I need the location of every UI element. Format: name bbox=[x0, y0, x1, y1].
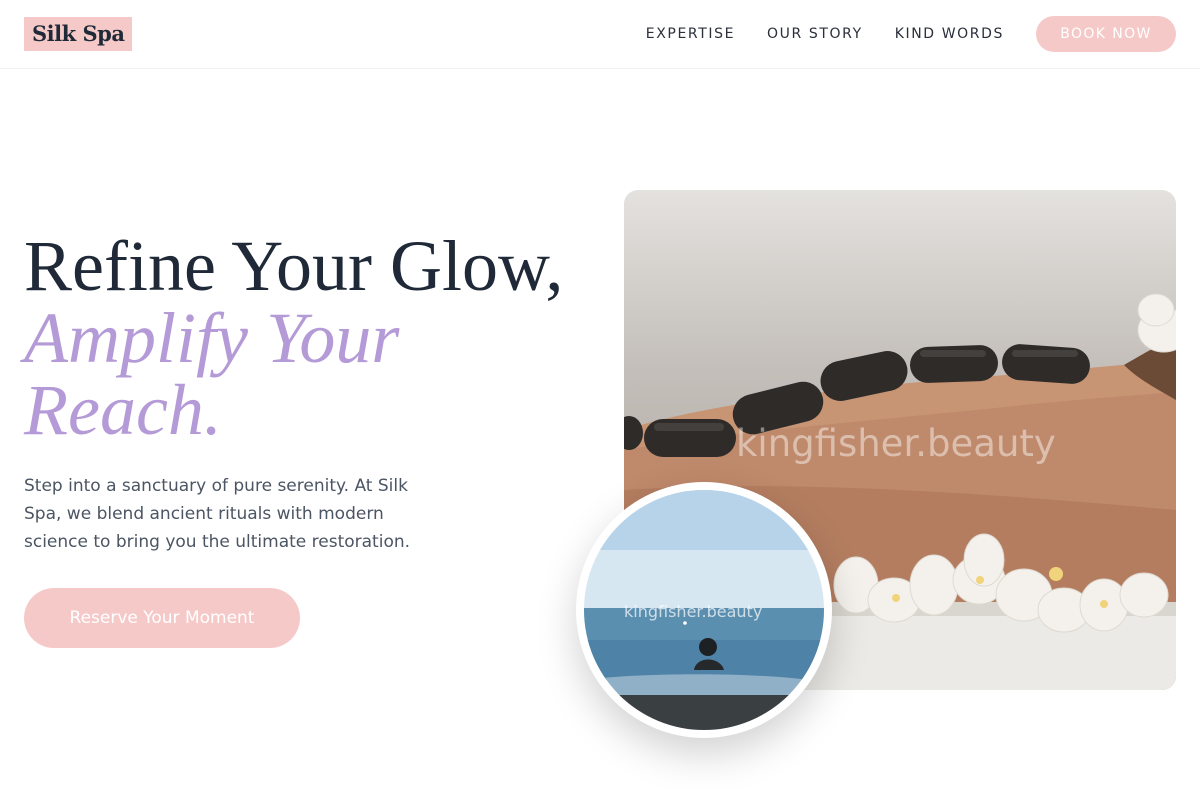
headline-line-1: Refine Your Glow, bbox=[24, 226, 564, 306]
site-header: Silk Spa EXPERTISE OUR STORY KIND WORDS … bbox=[0, 0, 1200, 69]
reserve-moment-button[interactable]: Reserve Your Moment bbox=[24, 588, 300, 648]
brand-logo[interactable]: Silk Spa bbox=[24, 17, 133, 51]
infinity-pool-image: kingfisher.beauty bbox=[584, 490, 824, 730]
nav-link-expertise[interactable]: EXPERTISE bbox=[646, 26, 735, 42]
nav-link-our-story[interactable]: OUR STORY bbox=[767, 26, 863, 42]
hero-subtext: Step into a sanctuary of pure serenity. … bbox=[24, 476, 411, 552]
headline-accent-2: Reach. bbox=[24, 370, 222, 450]
hero-headline: Refine Your Glow, Amplify Your Reach. bbox=[24, 230, 604, 446]
book-now-button[interactable]: BOOK NOW bbox=[1036, 16, 1176, 52]
infinity-pool-image-frame: kingfisher.beauty bbox=[576, 482, 832, 738]
infinity-pool-scene bbox=[584, 490, 824, 730]
main-nav: EXPERTISE OUR STORY KIND WORDS BOOK NOW bbox=[646, 16, 1176, 52]
headline-accent-1: Amplify Your bbox=[24, 298, 400, 378]
nav-link-kind-words[interactable]: KIND WORDS bbox=[895, 26, 1004, 42]
